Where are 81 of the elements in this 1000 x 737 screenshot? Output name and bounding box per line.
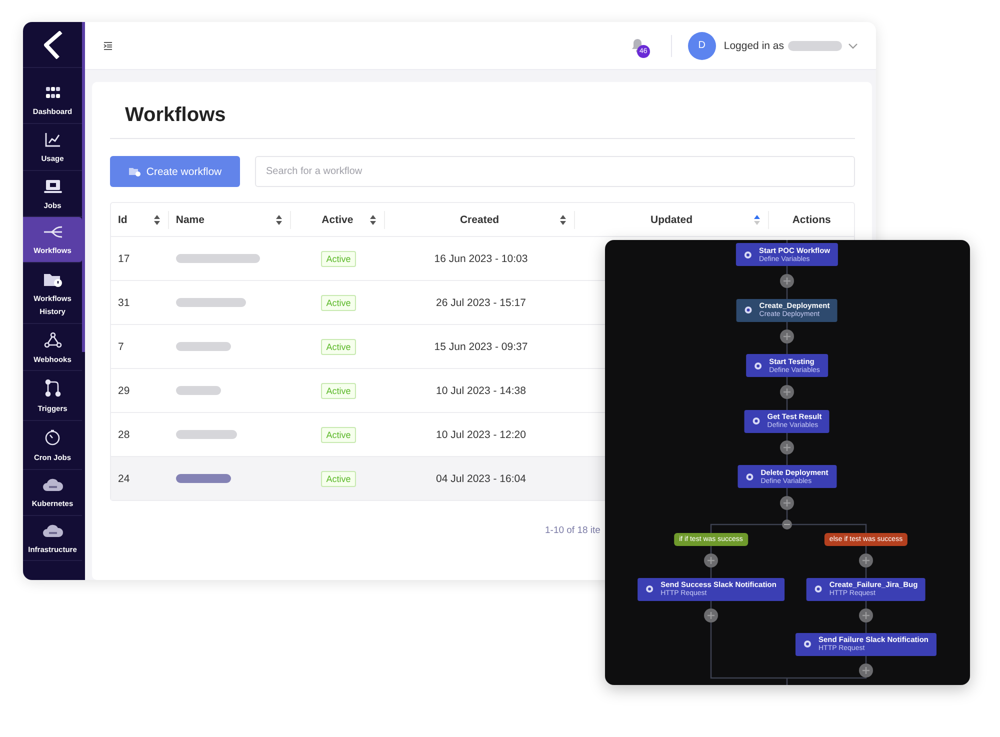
status-tag: Active [321,294,356,310]
step-icon [754,362,762,370]
status-tag: Active [321,382,356,398]
add-step-icon[interactable] [780,496,794,510]
sort-icon[interactable] [154,214,160,224]
step-icon [803,640,812,648]
step-icon [814,585,822,593]
column-header: Updated [650,214,692,226]
table-row[interactable]: 28 Active 10 Jul 2023 - 12:20 [111,413,605,456]
id-cell: 31 [118,296,130,308]
redacted-name [176,342,231,351]
status-tag: Active [321,426,356,442]
table-row[interactable]: 7 Active 15 Jun 2023 - 09:37 [111,325,605,368]
redacted-name [176,430,237,439]
redacted-name [788,40,842,50]
scrollbar[interactable] [82,22,85,352]
table-row[interactable]: 29 Active 10 Jul 2023 - 14:38 [111,369,605,412]
step-icon [752,417,760,425]
logo-icon[interactable] [44,30,64,58]
date-cell: 10 Jul 2023 - 14:38 [436,384,526,396]
search-field[interactable]: Search for a workflow [255,156,855,187]
junction-icon [782,520,792,530]
id-cell: 28 [118,428,130,440]
add-step-icon[interactable] [780,330,794,344]
cloud-icon [42,478,64,492]
table-row[interactable]: 24 Active 04 Jul 2023 - 16:04 [111,457,605,500]
table-row[interactable]: 17 Active 16 Jun 2023 - 10:03 [111,237,605,280]
add-step-icon[interactable] [780,385,794,399]
add-step-icon[interactable] [780,440,794,454]
grid-icon [44,86,60,100]
user-avatar[interactable]: D [688,32,716,60]
step-icon [744,306,752,314]
create-workflow-button[interactable]: Create workflow [110,156,240,187]
network-icon [44,332,62,348]
chevron-down-icon[interactable] [848,42,858,48]
status-tag: Active [321,470,356,486]
folder-add-icon [128,166,142,177]
column-header: Created [460,214,500,226]
add-step-icon[interactable] [859,608,873,622]
column-header: Actions [792,214,831,226]
add-step-icon[interactable] [704,608,718,622]
id-cell: 29 [118,384,130,396]
column-header: Active [322,214,354,226]
date-cell: 10 Jul 2023 - 12:20 [436,428,526,440]
chart-icon [44,132,60,147]
folder-icon [42,271,62,287]
redacted-name [176,298,246,307]
column-header: Id [118,214,128,226]
sort-icon[interactable] [370,214,376,224]
date-cell: 15 Jun 2023 - 09:37 [434,340,528,352]
timer-icon [44,429,61,446]
add-step-icon[interactable] [704,554,718,568]
add-step-icon[interactable] [859,554,873,568]
step-icon [646,585,654,593]
id-cell: 24 [118,472,130,484]
page-title: Workflows [125,103,227,128]
redacted-name [176,474,231,483]
branch-icon [42,225,62,240]
id-cell: 7 [118,340,124,352]
user-label: Logged in as [724,40,784,52]
pagination-text: 1-10 of 18 ite [545,525,602,536]
flow-icon [44,379,60,398]
add-step-icon[interactable] [859,664,873,678]
status-tag: Active [321,250,356,266]
menu-icon[interactable] [103,40,113,50]
date-cell: 16 Jun 2023 - 10:03 [434,252,528,264]
cloud-icon [42,524,64,538]
step-icon [744,250,752,258]
column-header: Name [176,214,204,226]
sort-icon[interactable] [754,214,760,224]
status-tag: Active [321,338,356,354]
redacted-name [176,386,221,395]
table-row[interactable]: 31 Active 26 Jul 2023 - 15:17 [111,281,605,324]
step-icon [746,472,754,480]
monitor-icon [44,178,62,194]
date-cell: 26 Jul 2023 - 15:17 [436,296,526,308]
sort-icon[interactable] [560,214,566,224]
id-cell: 17 [118,252,130,264]
sort-icon[interactable] [276,214,282,224]
add-step-icon[interactable] [780,274,794,288]
date-cell: 04 Jul 2023 - 16:04 [436,472,526,484]
